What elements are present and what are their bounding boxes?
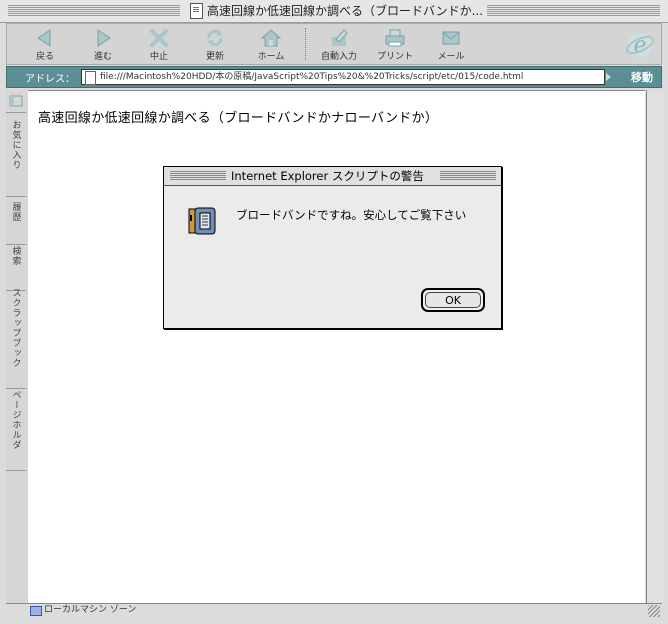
dialog-title: Internet Explorer スクリプトの警告 — [228, 169, 427, 183]
back-arrow-icon — [19, 26, 71, 50]
script-alert-icon — [186, 205, 218, 237]
ok-button[interactable]: OK — [421, 288, 485, 312]
script-alert-dialog: Internet Explorer スクリプトの警告 ブロードバンドですね。安心… — [163, 166, 502, 329]
autofill-label: 自動入力 — [320, 52, 357, 62]
page-document-icon — [85, 71, 96, 85]
window-title: 高速回線か低速回線か調べる（ブロードバンドか... — [207, 4, 484, 18]
sidebar-tab-scrapbook[interactable]: スクラップブック — [6, 282, 26, 389]
home-button[interactable]: ホーム — [245, 26, 297, 62]
window-title-bar[interactable]: 高速回線か低速回線か調べる（ブロードバンドか... — [0, 0, 668, 23]
autofill-pencil-icon — [313, 26, 365, 50]
ok-button-label: OK — [425, 292, 481, 308]
forward-arrow-icon — [77, 26, 129, 50]
internet-explorer-logo-icon: e — [625, 30, 655, 60]
computer-zone-icon — [30, 606, 42, 616]
explorer-bar-tabs: お気に入り 履歴 検索 スクラップブック ページホルダ — [6, 90, 29, 604]
sidebar-tab-page-holder[interactable]: ページホルダ — [6, 384, 26, 471]
printer-icon — [369, 26, 421, 50]
sidebar-tab-label: お気に入り — [10, 120, 21, 170]
status-bar: ローカルマシン ゾーン — [6, 603, 662, 618]
sidebar-tab-label: ページホルダ — [10, 390, 21, 450]
address-input[interactable]: file:///Macintosh%20HDD/本の原稿/JavaScript%… — [81, 69, 605, 85]
refresh-label: 更新 — [205, 52, 224, 62]
address-url: file:///Macintosh%20HDD/本の原稿/JavaScript%… — [100, 72, 524, 82]
mail-envelope-icon — [425, 26, 477, 50]
print-button[interactable]: プリント — [369, 26, 421, 62]
refresh-button[interactable]: 更新 — [189, 26, 241, 62]
forward-button[interactable]: 進む — [77, 26, 129, 62]
sidebar-toggle-icon — [9, 95, 23, 107]
page-heading: 高速回線か低速回線か調べる（ブロードバンドかナローバンドか） — [38, 111, 439, 126]
go-arrow-icon — [606, 73, 611, 81]
mail-label: メール — [437, 52, 465, 62]
refresh-icon — [189, 26, 241, 50]
sidebar-tab-favorites[interactable]: お気に入り — [6, 114, 26, 197]
stop-x-icon — [133, 26, 185, 50]
home-label: ホーム — [257, 52, 285, 62]
dialog-title-bar[interactable]: Internet Explorer スクリプトの警告 — [164, 167, 501, 186]
home-icon — [245, 26, 297, 50]
back-button[interactable]: 戻る — [19, 26, 71, 62]
toolbar: 戻る 進む 中止 更新 ホーム 自動入力 プリント メール e — [6, 23, 662, 65]
dialog-message: ブロードバンドですね。安心してご覧下さい — [236, 208, 467, 222]
sidebar-toggle[interactable] — [6, 90, 26, 113]
back-label: 戻る — [35, 52, 54, 62]
sidebar-tab-label: スクラップブック — [10, 288, 21, 368]
mail-button[interactable]: メール — [425, 26, 477, 62]
autofill-button[interactable]: 自動入力 — [313, 26, 365, 62]
stop-button[interactable]: 中止 — [133, 26, 185, 62]
document-icon — [190, 3, 203, 19]
vertical-scrollbar[interactable] — [646, 90, 663, 604]
address-label: アドレス： — [25, 74, 75, 85]
security-zone-label: ローカルマシン ゾーン — [44, 605, 137, 615]
print-label: プリント — [376, 52, 413, 62]
stop-label: 中止 — [149, 52, 168, 62]
go-button[interactable]: 移動 — [631, 69, 653, 85]
resize-grip[interactable] — [648, 605, 660, 617]
forward-label: 進む — [93, 52, 112, 62]
toolbar-divider — [305, 28, 306, 60]
address-bar: アドレス： file:///Macintosh%20HDD/本の原稿/JavaS… — [6, 66, 662, 88]
